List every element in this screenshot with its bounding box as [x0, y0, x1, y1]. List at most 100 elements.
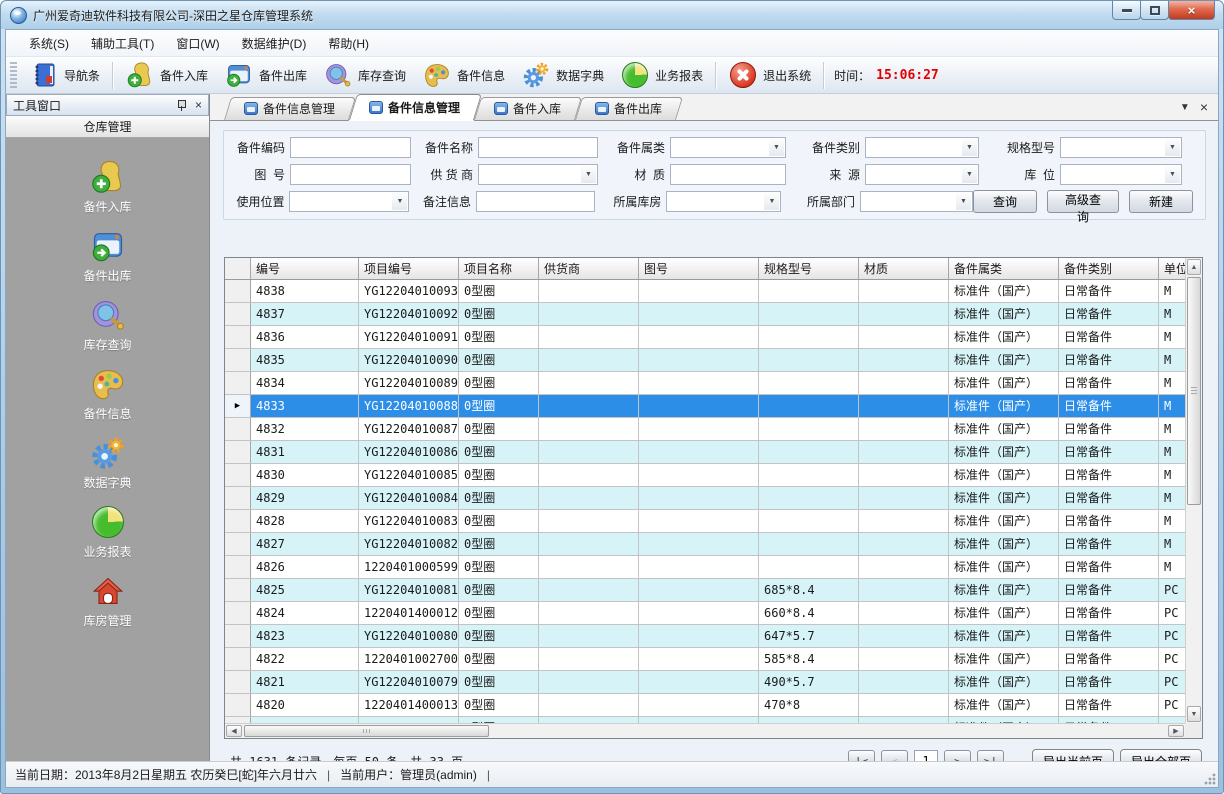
table-row[interactable]: 4829YG122040100840型圈标准件（国产）日常备件M	[225, 487, 1185, 510]
table-cell[interactable]	[639, 326, 759, 348]
table-cell[interactable]: 标准件（国产）	[949, 326, 1059, 348]
table-cell[interactable]: 日常备件	[1059, 648, 1159, 670]
table-cell[interactable]	[639, 694, 759, 716]
table-cell[interactable]	[859, 671, 949, 693]
table-cell[interactable]	[539, 464, 639, 486]
table-cell[interactable]	[639, 349, 759, 371]
table-row[interactable]: 4836YG122040100910型圈标准件（国产）日常备件M	[225, 326, 1185, 349]
table-cell[interactable]: YG12204010082	[359, 533, 459, 555]
table-cell[interactable]	[539, 418, 639, 440]
table-cell[interactable]: M	[1159, 510, 1185, 532]
table-cell[interactable]: YG12204010092	[359, 303, 459, 325]
table-row[interactable]: 4831YG122040100860型圈标准件（国产）日常备件M	[225, 441, 1185, 464]
table-row[interactable]: 4832YG122040100870型圈标准件（国产）日常备件M	[225, 418, 1185, 441]
table-cell[interactable]: YG12204010086	[359, 441, 459, 463]
table-cell[interactable]	[539, 395, 639, 417]
table-cell[interactable]	[859, 694, 949, 716]
table-cell[interactable]	[639, 602, 759, 624]
table-cell[interactable]: 0型圈	[459, 395, 539, 417]
table-cell[interactable]	[539, 510, 639, 532]
table-cell[interactable]	[539, 602, 639, 624]
table-cell[interactable]: 日常备件	[1059, 487, 1159, 509]
table-cell[interactable]: M	[1159, 464, 1185, 486]
column-header[interactable]: 供货商	[539, 258, 639, 279]
column-header[interactable]: 单位	[1159, 258, 1185, 279]
table-cell[interactable]: 标准件（国产）	[949, 556, 1059, 578]
table-cell[interactable]: M	[1159, 487, 1185, 509]
row-selector[interactable]	[225, 671, 251, 693]
table-cell[interactable]	[639, 648, 759, 670]
table-cell[interactable]	[639, 579, 759, 601]
table-cell[interactable]: YG12204010081	[359, 579, 459, 601]
table-cell[interactable]	[639, 441, 759, 463]
table-cell[interactable]: 0型圈	[459, 671, 539, 693]
toolbar-parts-info-button[interactable]: 备件信息	[414, 57, 513, 93]
table-cell[interactable]: YG12204010084	[359, 487, 459, 509]
horizontal-scrollbar[interactable]: ◀ ▶	[225, 723, 1185, 738]
table-cell[interactable]	[539, 671, 639, 693]
part-type-select[interactable]: ▼	[865, 137, 979, 158]
scroll-right-icon[interactable]: ▶	[1168, 725, 1184, 737]
table-cell[interactable]	[759, 533, 859, 555]
table-cell[interactable]: 0型圈	[459, 303, 539, 325]
table-cell[interactable]: 0型圈	[459, 579, 539, 601]
table-cell[interactable]	[859, 533, 949, 555]
table-cell[interactable]	[639, 280, 759, 302]
table-cell[interactable]: 0型圈	[459, 602, 539, 624]
table-cell[interactable]: 4822	[251, 648, 359, 670]
toolbar-data-dictionary-button[interactable]: 数据字典	[513, 57, 612, 93]
table-cell[interactable]: PC	[1159, 579, 1185, 601]
sidebar-item-business-report[interactable]: 业务报表	[33, 503, 183, 572]
query-button[interactable]: 查询	[973, 190, 1037, 213]
table-row[interactable]: ▶4833YG122040100880型圈标准件（国产）日常备件M	[225, 395, 1185, 418]
titlebar[interactable]: 广州爱奇迪软件科技有限公司-深田之星仓库管理系统 ×	[1, 1, 1223, 29]
table-row[interactable]: 482212204010027000型圈585*8.4标准件（国产）日常备件PC	[225, 648, 1185, 671]
vertical-scroll-thumb[interactable]	[1187, 277, 1201, 505]
table-cell[interactable]: 4837	[251, 303, 359, 325]
table-cell[interactable]	[859, 303, 949, 325]
table-cell[interactable]: 标准件（国产）	[949, 303, 1059, 325]
supplier-select[interactable]: ▼	[478, 164, 598, 185]
row-selector[interactable]	[225, 602, 251, 624]
row-selector[interactable]	[225, 303, 251, 325]
table-cell[interactable]: PC	[1159, 671, 1185, 693]
row-selector[interactable]	[225, 510, 251, 532]
table-cell[interactable]: 0型圈	[459, 487, 539, 509]
menu-data-maintenance[interactable]: 数据维护(D)	[231, 31, 318, 56]
table-cell[interactable]: M	[1159, 395, 1185, 417]
table-cell[interactable]	[759, 510, 859, 532]
table-cell[interactable]: 标准件（国产）	[949, 648, 1059, 670]
table-cell[interactable]	[759, 303, 859, 325]
part-class-select[interactable]: ▼	[670, 137, 786, 158]
table-cell[interactable]: 4833	[251, 395, 359, 417]
menu-help[interactable]: 帮助(H)	[317, 31, 380, 56]
close-button[interactable]: ×	[1168, 1, 1215, 20]
row-selector[interactable]	[225, 694, 251, 716]
table-cell[interactable]: YG12204010079	[359, 671, 459, 693]
table-cell[interactable]	[539, 648, 639, 670]
table-row[interactable]: 482012204014000130型圈470*8标准件（国产）日常备件PC	[225, 694, 1185, 717]
table-cell[interactable]: M	[1159, 349, 1185, 371]
tab-parts-info-management-1[interactable]: 备件信息管理	[224, 97, 349, 120]
toolbar-outbound-button[interactable]: 备件出库	[216, 57, 315, 93]
table-cell[interactable]	[859, 372, 949, 394]
table-cell[interactable]: 标准件（国产）	[949, 694, 1059, 716]
row-selector[interactable]	[225, 533, 251, 555]
table-cell[interactable]: 647*5.7	[759, 625, 859, 647]
remark-input[interactable]	[476, 191, 595, 212]
table-cell[interactable]: M	[1159, 418, 1185, 440]
table-cell[interactable]: 0型圈	[459, 349, 539, 371]
table-cell[interactable]: 标准件（国产）	[949, 395, 1059, 417]
table-cell[interactable]	[859, 280, 949, 302]
table-cell[interactable]: 0型圈	[459, 326, 539, 348]
scroll-up-icon[interactable]: ▲	[1187, 259, 1201, 275]
vertical-scrollbar[interactable]: ▲ ▼	[1185, 258, 1202, 723]
menu-system[interactable]: 系统(S)	[18, 31, 80, 56]
column-header[interactable]: 图号	[639, 258, 759, 279]
table-cell[interactable]	[759, 326, 859, 348]
column-header[interactable]: 编号	[251, 258, 359, 279]
row-selector[interactable]	[225, 349, 251, 371]
table-cell[interactable]	[539, 533, 639, 555]
table-cell[interactable]	[639, 533, 759, 555]
sidebar-item-warehouse-mgmt[interactable]: 库房管理	[33, 572, 183, 641]
